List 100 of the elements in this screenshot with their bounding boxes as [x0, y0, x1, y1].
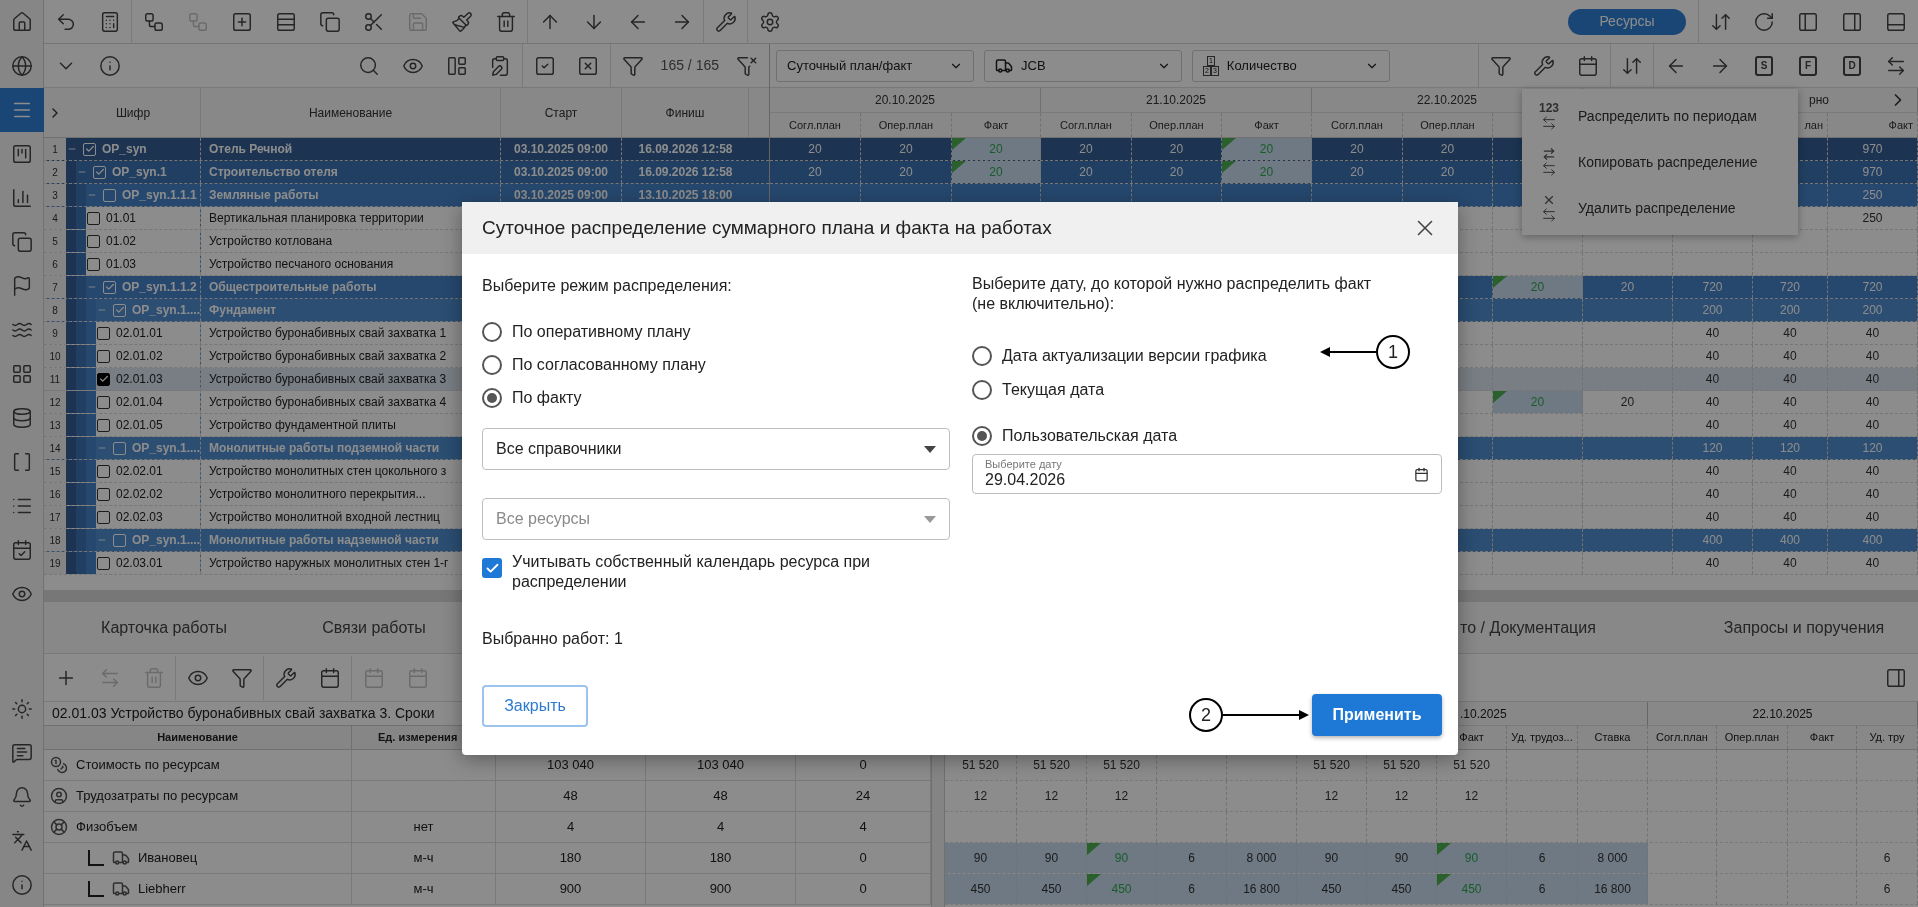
- table-cell-text: 6: [1883, 850, 1891, 867]
- table-cell-text: 450: [1391, 881, 1412, 898]
- resource-dropdown[interactable]: JCB: [984, 49, 1182, 82]
- menu-item[interactable]: Удалить распределение: [1522, 185, 1798, 231]
- table-cell-text: 970: [1862, 141, 1883, 158]
- menu-item[interactable]: Копировать распределение: [1522, 139, 1798, 185]
- table-cell-text: 720: [1702, 279, 1723, 296]
- row-number: 1: [52, 142, 58, 157]
- row-number: 8: [52, 303, 58, 318]
- table-cell-text: 12: [973, 788, 988, 805]
- code-text: 02.01.05: [116, 417, 163, 434]
- table-cell-text: 20: [1350, 141, 1364, 158]
- panel-title: 02.01.03 Устройство буронабивных свай захватка 3. Сроки: [52, 704, 435, 723]
- row-number: 6: [52, 257, 58, 272]
- column-header: Опер.план: [1724, 730, 1780, 746]
- table-cell-text: 40: [1705, 348, 1720, 365]
- row-number: 11: [49, 372, 61, 387]
- table-cell-text: 450: [1041, 881, 1062, 898]
- view-dropdown[interactable]: Суточный план/факт: [776, 49, 974, 82]
- table-cell-text: 970: [1862, 164, 1883, 181]
- resource-name: Ивановец: [138, 849, 198, 868]
- column-header: Факт: [983, 117, 1009, 133]
- table-cell-text: 90: [1394, 850, 1409, 867]
- table-cell-text: 103 040: [697, 756, 744, 775]
- column-header: Наименование: [157, 730, 238, 746]
- menu-item-label: Удалить распределение: [1578, 198, 1736, 218]
- table-cell-text: 51 520: [1383, 757, 1420, 774]
- date-header: рно: [1809, 92, 1829, 109]
- field-label: Выберите дату: [985, 458, 1063, 470]
- table-cell-text: 200: [1862, 302, 1883, 319]
- column-header: Факт: [1254, 117, 1279, 133]
- table-cell-text: 450: [1461, 881, 1482, 898]
- unit-text: м-ч: [413, 849, 434, 868]
- column-header: Согл.план: [1331, 117, 1383, 133]
- table-cell-text: 20: [1440, 141, 1455, 158]
- annotation-number: 1: [1376, 335, 1410, 369]
- dropdown-value: Суточный план/факт: [787, 56, 913, 75]
- code-text: OP_syn.1....: [132, 532, 201, 549]
- column-header: Финиш: [665, 104, 705, 122]
- table-cell-text: 90: [1044, 850, 1059, 867]
- code-text: 01.01: [106, 210, 137, 227]
- task-name: Устройство буронабивных свай захватка 1: [209, 325, 447, 342]
- filter-count: 165 / 165: [659, 56, 720, 75]
- column-header: Старт: [544, 104, 578, 122]
- table-cell-text: 8 000: [1597, 850, 1628, 867]
- menu-item-label: Распределить по периодам: [1578, 106, 1757, 126]
- column-header: Факт: [1809, 730, 1835, 746]
- table-cell-text: 6: [1188, 850, 1195, 867]
- start-date: 03.10.2025 09:00: [513, 141, 609, 158]
- select-field[interactable]: Все справочники: [482, 428, 950, 470]
- tab[interactable]: Карточка работы: [44, 602, 284, 653]
- task-name: Устройство монолитных стен цокольного з: [209, 463, 447, 480]
- table-cell-text: 6: [1188, 881, 1195, 898]
- date-tool-button[interactable]: S: [1742, 43, 1786, 88]
- table-cell-text: 40: [1865, 325, 1880, 342]
- table-cell-text: 900: [709, 880, 732, 899]
- table-cell-text: 40: [1783, 348, 1797, 365]
- table-cell-text: 40: [1783, 463, 1797, 480]
- dropdown-value: Количество: [1226, 56, 1298, 75]
- task-name: Общестроительные работы: [209, 279, 377, 296]
- column-header: Уд. трудоз...: [1511, 730, 1573, 746]
- radio-label: По факту: [512, 388, 582, 408]
- table-cell-text: 24: [855, 787, 871, 806]
- table-cell-text: 20: [899, 164, 913, 181]
- code-text: OP_syn.1....: [132, 440, 201, 457]
- date-tool-button[interactable]: F: [1786, 43, 1830, 88]
- date-header: 22.10.2025: [1752, 705, 1813, 723]
- table-cell-text: 400: [1862, 532, 1883, 549]
- tab[interactable]: Запросы и поручения: [1690, 602, 1918, 653]
- date-header: 20.10.2025: [874, 92, 936, 109]
- task-name: Устройство монолитной входной лестниц: [209, 509, 440, 526]
- table-cell-text: 12: [1324, 788, 1339, 805]
- column-header: Опер.план: [878, 117, 934, 133]
- tab[interactable]: то / Документация: [1458, 602, 1690, 653]
- code-text: 02.02.02: [116, 486, 163, 503]
- table-cell-text: 40: [1783, 486, 1797, 503]
- task-name: Вертикальная планировка территории: [209, 210, 424, 227]
- code-text: OP_syn.1.1.2: [122, 279, 197, 296]
- finish-date: 13.10.2025 18:00: [638, 187, 733, 204]
- column-header: Шифр: [115, 104, 151, 122]
- date-field[interactable]: Выберите дату 29.04.2026: [972, 454, 1442, 494]
- table-cell-text: 20: [1530, 279, 1545, 296]
- task-name: Устройство буронабивных свай захватка 3: [209, 371, 447, 388]
- table-cell-text: 250: [1862, 187, 1883, 204]
- tab[interactable]: Связи работы: [284, 602, 464, 653]
- resources-button[interactable]: Ресурсы: [1568, 8, 1686, 35]
- table-cell-text: 40: [1783, 325, 1797, 342]
- table-cell-text: 20: [989, 141, 1003, 158]
- table-cell-text: 40: [1783, 371, 1797, 388]
- date-tool-button[interactable]: D: [1830, 43, 1874, 88]
- select-value: Все справочники: [496, 439, 622, 459]
- table-cell-text: 40: [1865, 394, 1880, 411]
- table-cell-text: 90: [1114, 850, 1129, 867]
- table-cell-text: 40: [1705, 555, 1720, 572]
- menu-item[interactable]: 123 Распределить по периодам: [1522, 93, 1798, 139]
- close-button[interactable]: Закрыть: [482, 685, 588, 727]
- table-cell-text: 4: [859, 818, 867, 837]
- table-cell-text: 40: [1705, 394, 1720, 411]
- table-cell-text: 8 000: [1246, 850, 1277, 867]
- apply-button[interactable]: Применить: [1312, 694, 1442, 736]
